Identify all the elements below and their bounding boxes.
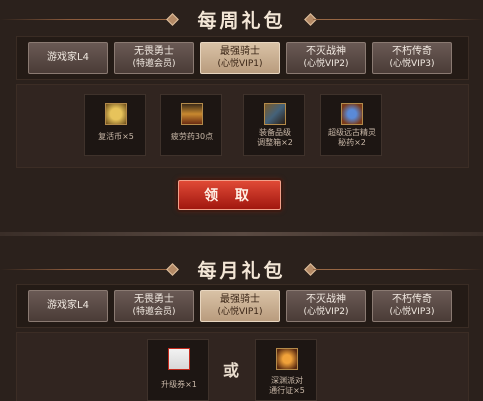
tab-immortal-god[interactable]: 不灭战神 (心悦VIP2)	[286, 42, 366, 74]
reward-item[interactable]: 升级券×1	[147, 339, 209, 401]
reward-item[interactable]: 装备品级 调整箱×2	[243, 94, 305, 156]
tab-sub: (心悦VIP2)	[303, 59, 349, 69]
tab-label: 最强骑士	[220, 46, 260, 57]
claim-button[interactable]: 领 取	[178, 180, 281, 210]
tab-label: 不灭战神	[306, 46, 346, 57]
header-line-right	[313, 269, 483, 270]
tab-brave-warrior[interactable]: 无畏勇士 (特邀会员)	[114, 290, 194, 322]
tab-strongest-knight[interactable]: 最强骑士 (心悦VIP1)	[200, 42, 280, 74]
monthly-tabbar: 游戏家L4 无畏勇士 (特邀会员) 最强骑士 (心悦VIP1) 不灭战神 (心悦VIP…	[16, 284, 469, 328]
weekly-header: 每周礼包	[0, 0, 483, 40]
tab-sub: (心悦VIP3)	[389, 59, 435, 69]
tab-label: 不朽传奇	[392, 294, 432, 305]
box-icon	[264, 103, 286, 125]
pass-icon	[276, 348, 298, 370]
item-label: 升级券×1	[161, 380, 197, 389]
tab-immortal-god[interactable]: 不灭战神 (心悦VIP2)	[286, 290, 366, 322]
item-label: 装备品级 调整箱×2	[257, 128, 293, 147]
coin-icon	[105, 103, 127, 125]
elixir-icon	[341, 103, 363, 125]
tab-strongest-knight[interactable]: 最强骑士 (心悦VIP1)	[200, 290, 280, 322]
item-label: 疲劳药30点	[170, 132, 214, 141]
tab-gamer-l4[interactable]: 游戏家L4	[28, 42, 108, 74]
weekly-reward-area: 复活币×5 疲劳药30点 装备品级 调整箱×2 超级远古精灵 秘药×2	[16, 84, 469, 168]
tab-label: 不灭战神	[306, 294, 346, 305]
item-label: 深渊派对 通行证×5	[269, 376, 305, 395]
tab-brave-warrior[interactable]: 无畏勇士 (特邀会员)	[114, 42, 194, 74]
tab-sub: (心悦VIP1)	[217, 307, 263, 317]
header-line-right	[313, 19, 483, 20]
tab-sub: (特邀会员)	[132, 59, 176, 69]
tab-eternal-legend[interactable]: 不朽传奇 (心悦VIP3)	[372, 42, 452, 74]
weekly-tabbar: 游戏家L4 无畏勇士 (特邀会员) 最强骑士 (心悦VIP1) 不灭战神 (心悦VIP…	[16, 36, 469, 80]
tab-sub: (心悦VIP2)	[303, 307, 349, 317]
tab-label: 最强骑士	[220, 294, 260, 305]
tab-gamer-l4[interactable]: 游戏家L4	[28, 290, 108, 322]
section-divider	[0, 232, 483, 236]
reward-item[interactable]: 超级远古精灵 秘药×2	[320, 94, 382, 156]
tab-eternal-legend[interactable]: 不朽传奇 (心悦VIP3)	[372, 290, 452, 322]
reward-item[interactable]: 复活币×5	[84, 94, 146, 156]
reward-item[interactable]: 疲劳药30点	[160, 94, 222, 156]
reward-item[interactable]: 深渊派对 通行证×5	[255, 339, 317, 401]
tab-sub: (心悦VIP1)	[217, 59, 263, 69]
tab-sub: (特邀会员)	[132, 307, 176, 317]
tab-label: 无畏勇士	[134, 46, 174, 57]
item-label: 超级远古精灵 秘药×2	[328, 128, 376, 147]
tab-label: 游戏家L4	[47, 300, 89, 311]
monthly-reward-area: 升级券×1 或 深渊派对 通行证×5	[16, 332, 469, 401]
item-label: 复活币×5	[98, 132, 134, 141]
or-separator: 或	[223, 361, 240, 380]
ticket-icon	[168, 348, 190, 370]
tab-sub: (心悦VIP3)	[389, 307, 435, 317]
tab-label: 无畏勇士	[134, 294, 174, 305]
tab-label: 不朽传奇	[392, 46, 432, 57]
tab-label: 游戏家L4	[47, 52, 89, 63]
potion-icon	[181, 103, 203, 125]
